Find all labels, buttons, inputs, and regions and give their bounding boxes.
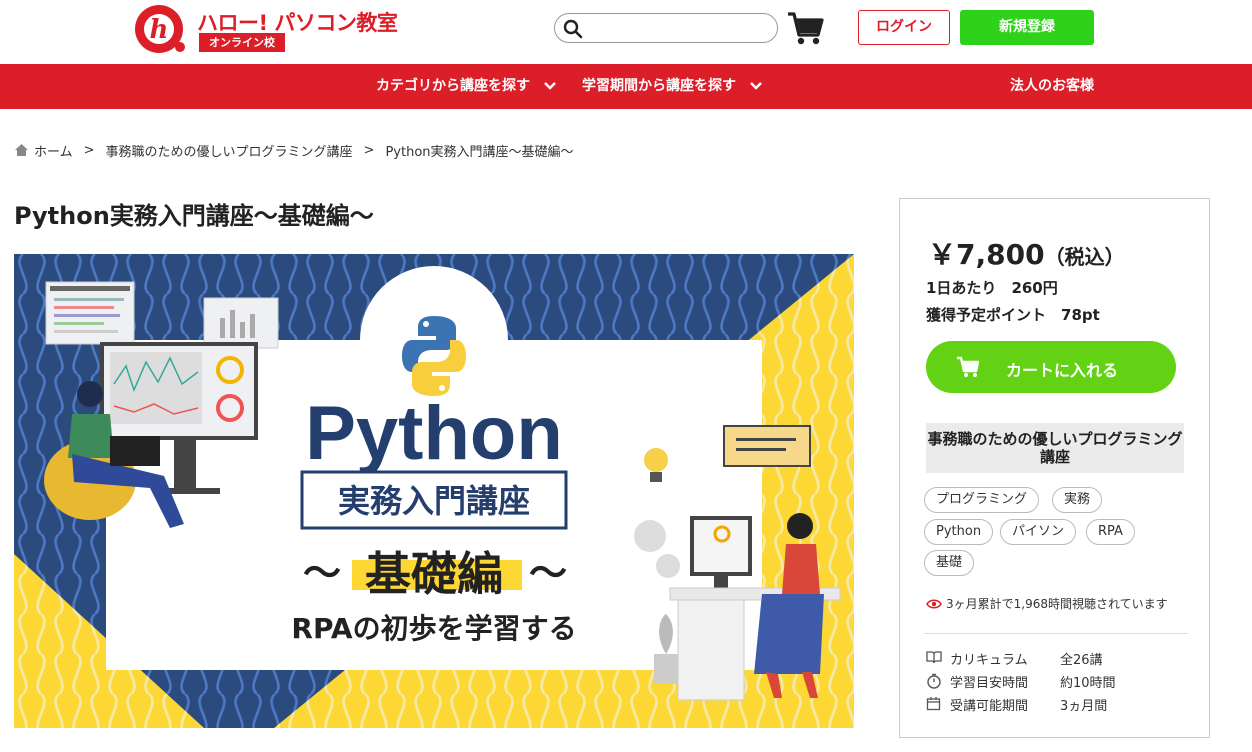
points-earned: 獲得予定ポイント 78pt bbox=[926, 306, 1100, 324]
page-title: Python実務入門講座～基礎編～ bbox=[14, 202, 374, 230]
hero-subtitle: 実務入門講座 bbox=[338, 482, 530, 520]
svg-text:h: h bbox=[150, 15, 169, 45]
chevron-down-icon bbox=[544, 82, 556, 90]
nav-corporate[interactable]: 法人のお客様 bbox=[1010, 64, 1094, 109]
info-value: 約10時間 bbox=[1060, 676, 1116, 691]
search-box[interactable] bbox=[554, 13, 778, 43]
breadcrumb-current: Python実務入門講座～基礎編～ bbox=[385, 144, 574, 160]
price: ￥7,800（税込） bbox=[928, 233, 1125, 273]
tag[interactable]: プログラミング bbox=[924, 487, 1040, 513]
tag[interactable]: パイソン bbox=[1000, 519, 1077, 545]
nav-period-label: 学習期間から講座を探す bbox=[582, 78, 736, 94]
info-label: カリキュラム bbox=[950, 653, 1028, 668]
logo-mark-icon: h bbox=[135, 5, 185, 53]
divider bbox=[924, 633, 1188, 634]
logo-subtitle: オンライン校 bbox=[199, 33, 285, 52]
breadcrumb-home[interactable]: ホーム bbox=[34, 141, 73, 160]
calendar-icon bbox=[926, 697, 941, 711]
eye-icon bbox=[926, 599, 942, 608]
cart-icon[interactable] bbox=[786, 9, 824, 47]
chevron-down-icon bbox=[750, 82, 762, 90]
hero-tilde-left: ～ bbox=[303, 551, 341, 595]
breadcrumb-category[interactable]: 事務職のための優しいプログラミング講座 bbox=[106, 141, 353, 160]
breadcrumb: ホーム > 事務職のための優しいプログラミング講座 > Python実務入門講座… bbox=[14, 140, 574, 160]
main-nav: カテゴリから講座を探す 学習期間から講座を探す 法人のお客様 bbox=[0, 64, 1252, 109]
hero-title: Python bbox=[305, 391, 563, 476]
hero-illustration: Python 実務入門講座 ～ 基礎編 ～ RPAの初歩を学習する bbox=[14, 254, 854, 728]
search-input[interactable] bbox=[587, 18, 767, 38]
site-logo[interactable]: h ハロー! パソコン教室 オンライン校 bbox=[133, 3, 398, 55]
view-stats: 3ヶ月累計で1,968時間視聴されています bbox=[926, 595, 1168, 612]
tag[interactable]: 実務 bbox=[1052, 487, 1103, 513]
home-icon bbox=[15, 144, 28, 156]
info-label: 受講可能期間 bbox=[950, 699, 1029, 714]
stopwatch-icon bbox=[927, 673, 941, 689]
series-label[interactable]: 事務職のための優しいプログラミング講座 bbox=[926, 423, 1184, 473]
price-tax-note: （税込） bbox=[1044, 245, 1125, 269]
register-button[interactable]: 新規登録 bbox=[960, 10, 1094, 45]
course-hero-image: Python 実務入門講座 ～ 基礎編 ～ RPAの初歩を学習する bbox=[14, 254, 854, 728]
nav-category[interactable]: カテゴリから講座を探す bbox=[376, 64, 557, 109]
breadcrumb-separator: > bbox=[363, 142, 375, 158]
tag[interactable]: RPA bbox=[1086, 519, 1135, 545]
purchase-card: ￥7,800（税込） 1日あたり 260円 獲得予定ポイント 78pt カートに… bbox=[899, 198, 1210, 738]
search-icon bbox=[563, 19, 583, 39]
login-button[interactable]: ログイン bbox=[858, 10, 950, 45]
price-amount: ￥7,800 bbox=[928, 238, 1045, 271]
info-label: 学習目安時間 bbox=[950, 676, 1029, 691]
tag[interactable]: 基礎 bbox=[924, 550, 975, 576]
hero-tagline: RPAの初歩を学習する bbox=[291, 612, 576, 645]
nav-period[interactable]: 学習期間から講座を探す bbox=[582, 64, 763, 109]
tag[interactable]: Python bbox=[924, 519, 994, 545]
price-per-day: 1日あたり 260円 bbox=[926, 279, 1058, 297]
hero-edition: 基礎編 bbox=[365, 547, 503, 601]
add-to-cart-label: カートに入れる bbox=[1006, 361, 1119, 380]
breadcrumb-separator: > bbox=[83, 142, 95, 158]
top-header: h ハロー! パソコン教室 オンライン校 ログイン 新規登録 bbox=[0, 0, 1252, 64]
book-icon bbox=[926, 651, 942, 664]
info-value: 全26講 bbox=[1060, 653, 1103, 668]
nav-category-label: カテゴリから講座を探す bbox=[376, 78, 530, 94]
info-value: 3ヵ月間 bbox=[1060, 699, 1108, 714]
hero-tilde-right: ～ bbox=[529, 551, 567, 595]
add-to-cart-button[interactable]: カートに入れる bbox=[926, 341, 1176, 393]
cart-icon bbox=[957, 356, 980, 377]
view-stats-text: 3ヶ月累計で1,968時間視聴されています bbox=[946, 597, 1168, 611]
